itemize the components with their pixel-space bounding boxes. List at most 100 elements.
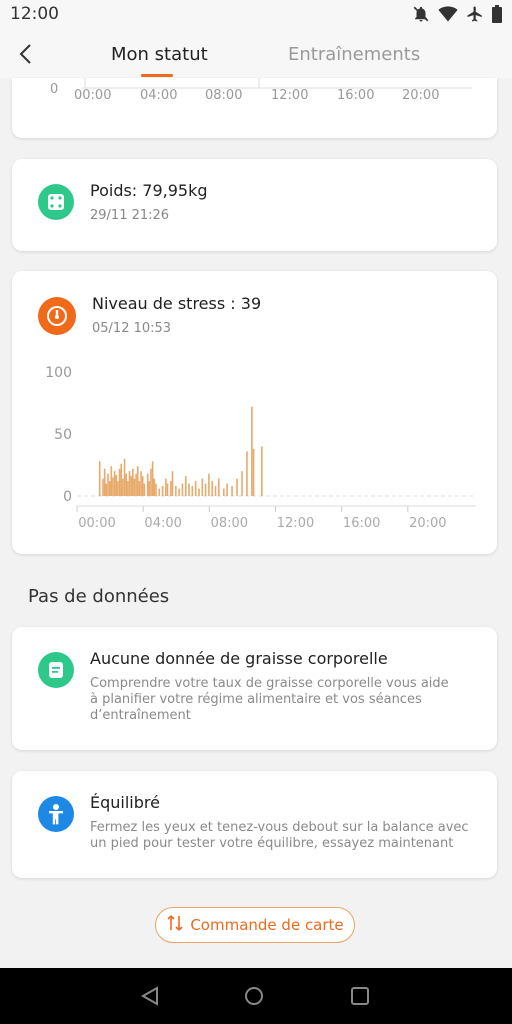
balance-description: Fermez les yeux et tenez-vous debout sur… <box>90 820 485 852</box>
stress-bar <box>150 468 152 496</box>
status-time: 12:00 <box>10 4 59 24</box>
top-x-tick: 16:00 <box>337 88 375 103</box>
stress-bar <box>120 463 123 496</box>
top-x-tick: 08:00 <box>205 88 243 103</box>
stress-bar <box>113 471 116 496</box>
stress-bar <box>136 466 139 496</box>
status-bar: 12:00 <box>0 0 512 30</box>
stress-bar <box>143 483 146 496</box>
stress-bar <box>153 478 156 496</box>
stress-bar <box>141 476 144 496</box>
stress-bar <box>128 471 131 496</box>
x-tick-label: 00:00 <box>78 516 115 531</box>
balance-card[interactable]: Équilibré Fermez les yeux et tenez-vous … <box>12 771 497 878</box>
description-line: d’entraînement <box>90 708 191 723</box>
recents-square-icon[interactable] <box>350 986 370 1010</box>
stress-bar <box>123 458 126 496</box>
previous-chart-card[interactable]: 0 00:00 04:00 08:00 12:00 16:00 20:00 <box>12 78 497 138</box>
back-arrow-icon[interactable] <box>14 42 38 66</box>
stress-bar <box>140 471 142 496</box>
description-line: un pied pour tester votre équilibre, ess… <box>90 836 454 851</box>
sort-arrows-icon <box>166 914 184 936</box>
stress-bar <box>204 483 207 496</box>
stress-bar <box>107 473 109 496</box>
stress-bar <box>133 478 136 496</box>
x-tick-label: 04:00 <box>144 516 181 531</box>
stress-bar <box>184 476 187 496</box>
body-fat-card[interactable]: Aucune donnée de graisse corporelle Comp… <box>12 627 497 750</box>
stress-bar <box>251 406 253 496</box>
home-circle-icon[interactable] <box>244 986 264 1010</box>
y-tick-label: 0 <box>63 489 72 505</box>
stress-bar <box>214 486 217 496</box>
stress-bar <box>165 478 167 496</box>
top-x-tick: 00:00 <box>74 88 112 103</box>
stress-bar <box>178 488 180 496</box>
stress-bar <box>246 451 248 496</box>
stress-bar <box>231 486 233 496</box>
stress-bar <box>103 468 106 496</box>
weight-title: Poids: 79,95kg <box>90 181 208 200</box>
active-tab-indicator <box>141 74 173 77</box>
stress-bar <box>115 474 118 496</box>
body-fat-icon <box>38 652 74 688</box>
airplane-icon <box>466 5 484 27</box>
stress-bar <box>226 483 228 496</box>
card-order-button[interactable]: Commande de carte <box>155 907 355 943</box>
system-nav-bar <box>0 968 512 1024</box>
stress-bar <box>252 448 255 496</box>
stress-bar <box>118 468 121 496</box>
weight-card[interactable]: Poids: 79,95kg 29/11 21:26 <box>12 159 497 251</box>
stress-bar <box>151 461 154 496</box>
body-fat-description: Comprendre votre taux de graisse corpore… <box>90 676 470 724</box>
battery-icon <box>492 5 502 27</box>
stress-bar <box>194 481 197 496</box>
stress-bar <box>208 473 210 496</box>
gauge-icon <box>38 297 76 335</box>
stress-bar <box>132 468 134 496</box>
tab-mon-statut[interactable]: Mon statut <box>111 44 208 65</box>
stress-bar <box>110 466 113 496</box>
stress-bar <box>218 478 220 496</box>
description-line: Fermez les yeux et tenez-vous debout sur… <box>90 820 469 835</box>
stress-bar <box>155 483 157 496</box>
scale-icon <box>38 184 74 220</box>
mute-icon <box>412 5 430 27</box>
stress-bar-chart: 100 50 0 00:00 04:00 08:00 12:00 16:00 20:00 <box>45 365 476 531</box>
stress-bar <box>130 476 132 496</box>
description-line: Comprendre votre taux de graisse corpore… <box>90 676 449 691</box>
no-data-section-title: Pas de données <box>28 586 170 607</box>
stress-bar <box>138 481 141 496</box>
stress-bar <box>191 486 194 496</box>
stress-bar <box>117 481 119 496</box>
x-tick-label: 08:00 <box>211 516 248 531</box>
stress-bar <box>236 478 238 496</box>
stress-bar <box>222 488 225 496</box>
tab-entrainements[interactable]: Entraînements <box>288 44 420 65</box>
stress-bar <box>112 477 114 496</box>
stress-bar <box>261 446 263 496</box>
stress-bar <box>175 486 177 496</box>
stress-bar <box>108 481 111 496</box>
stress-bar <box>188 483 190 496</box>
stress-title: Niveau de stress : 39 <box>92 294 262 313</box>
stress-bar <box>241 471 243 496</box>
stress-bar <box>166 483 169 496</box>
back-triangle-icon[interactable] <box>140 986 160 1010</box>
stress-bar <box>211 481 214 496</box>
weight-timestamp: 29/11 21:26 <box>90 208 170 223</box>
stress-bar <box>170 481 172 496</box>
x-tick-label: 16:00 <box>343 516 380 531</box>
balance-title: Équilibré <box>90 793 160 812</box>
x-tick-label: 12:00 <box>277 516 314 531</box>
stress-bar <box>122 478 124 496</box>
stress-bar <box>125 473 127 496</box>
top-x-tick: 04:00 <box>140 88 178 103</box>
stress-card[interactable]: Niveau de stress : 39 05/12 10:53 100 50 0… <box>12 271 497 554</box>
person-icon <box>38 796 74 832</box>
stress-timestamp: 05/12 10:53 <box>92 321 172 336</box>
stress-bar <box>148 481 151 496</box>
x-tick-label: 20:00 <box>409 516 446 531</box>
y-tick-label: 100 <box>45 365 72 381</box>
stress-bar <box>181 483 184 496</box>
